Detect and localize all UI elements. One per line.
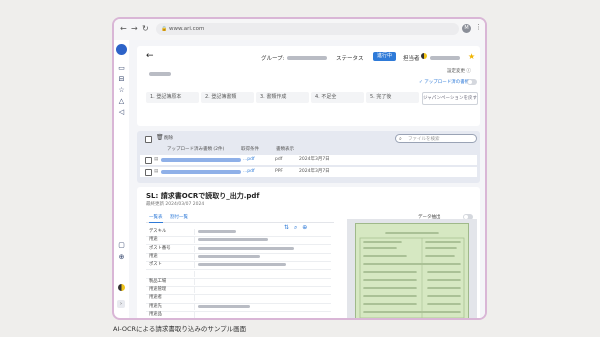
chat-icon[interactable]: ▢ [117, 241, 126, 249]
file-name[interactable] [161, 170, 241, 174]
logo-icon[interactable] [116, 44, 127, 55]
bell-icon[interactable]: △ [117, 97, 126, 105]
owner-avatar [421, 53, 427, 59]
caption: AI-OCRによる請求書取り込みのサンプル画面 [113, 325, 247, 333]
field-key: 用途 [149, 253, 158, 259]
lock-icon: 🔒 [161, 26, 168, 32]
field-key: デスキル [149, 229, 167, 234]
field-key: 製品工場 [149, 278, 167, 284]
table-row[interactable]: ▤ ...pdf PPF 2024年3月7日 [140, 167, 477, 177]
invoice-image [355, 223, 469, 318]
settings-link[interactable]: 設定変更 ⓘ [447, 68, 471, 74]
browser-menu-icon[interactable]: ⋮ [475, 23, 482, 31]
field-value [198, 304, 250, 308]
group-value [287, 56, 327, 60]
tab-list[interactable]: 一覧表 [149, 214, 163, 223]
field-value [198, 263, 286, 267]
column-display: 書類表示 [276, 147, 294, 152]
document-date: 最終更新 2024/03/07 2024 [146, 202, 205, 207]
field-value-cell[interactable] [194, 312, 329, 318]
file-list-panel: 🗑 削除 ⌕ ファイルを検索 アップロード済み書類 (2件) 取得条件 書類表示… [137, 131, 480, 183]
step-4[interactable]: 4. 不足全 [311, 92, 364, 103]
document-title: SL: 請求書OCRで読取り_出力.pdf [146, 192, 260, 200]
file-name-suffix[interactable]: ...pdf [243, 167, 255, 177]
browser-toolbar: ← → ↻ 🔒 www.ari.com M ⋮ [114, 19, 485, 41]
step-5[interactable]: 5. 完了後 [366, 92, 419, 103]
file-icon: ▤ [154, 157, 159, 162]
field-value-cell[interactable] [194, 278, 329, 285]
expand-icon[interactable]: › [117, 300, 125, 308]
owner-label: 担当者 [403, 56, 420, 62]
tab-mapping[interactable]: 割付一覧 [170, 214, 188, 222]
url-text: www.ari.com [169, 26, 205, 32]
field-key: 用途者 [149, 295, 162, 301]
field-key: 用途品 [149, 312, 162, 317]
step-2[interactable]: 2. 登記簿書類 [201, 92, 254, 103]
trash-icon[interactable]: 🗑 [156, 134, 164, 141]
field-value [198, 254, 260, 258]
field-value [198, 238, 268, 242]
invoice-lines [359, 232, 465, 318]
back-arrow-icon[interactable]: ← [120, 24, 127, 33]
document-preview[interactable] [347, 219, 477, 318]
field-key: 用途 [149, 237, 158, 243]
document-detail-panel: SL: 請求書OCRで読取り_出力.pdf 最終更新 2024/03/07 20… [137, 187, 480, 318]
tray-icon[interactable]: ⊟ [117, 75, 126, 83]
file-name-suffix[interactable]: ...pdf [243, 155, 255, 165]
select-all-checkbox[interactable] [145, 136, 152, 143]
table-row[interactable]: ▤ ...pdf pdf 2024年3月7日 [140, 155, 477, 165]
file-name[interactable] [161, 158, 241, 162]
field-value-cell[interactable] [194, 287, 329, 294]
delete-label[interactable]: 削除 [164, 135, 173, 141]
globe-icon[interactable]: ⊕ [117, 253, 126, 261]
file-date: 2024年3月7日 [299, 169, 330, 174]
group-label: グループ: [261, 56, 285, 62]
user-icon[interactable] [118, 284, 125, 291]
field-key: 用途管理 [149, 287, 167, 293]
profile-avatar[interactable]: M [462, 24, 471, 33]
browser-window: ← → ↻ 🔒 www.ari.com M ⋮ ▭ ⊟ ☆ △ ◁ ▢ ⊕ › … [112, 17, 487, 320]
reset-button[interactable]: ジャパンペーションを戻す [422, 92, 478, 105]
star-icon[interactable]: ☆ [117, 86, 126, 94]
column-file-name: アップロード済み書類 (2件) [167, 147, 225, 152]
field-key: ポスト番号 [149, 245, 171, 251]
inbox-icon[interactable]: ▭ [117, 64, 126, 72]
main-content: ← グループ: ステータス 進行中 担当者 ★ 設定変更 ⓘ ✓ アップロード済… [129, 40, 485, 318]
star-icon[interactable]: ★ [468, 52, 475, 61]
file-date: 2024年3月7日 [299, 157, 330, 162]
tab-bar: 一覧表 割付一覧 [146, 214, 334, 223]
status-label: ステータス [336, 56, 364, 62]
status-badge[interactable]: 進行中 [373, 52, 396, 61]
field-key: ポスト [149, 262, 162, 268]
megaphone-icon[interactable]: ◁ [117, 108, 126, 116]
row-checkbox[interactable] [145, 157, 152, 164]
sidebar: ▭ ⊟ ☆ △ ◁ ▢ ⊕ › [114, 40, 130, 308]
field-row[interactable]: 用途品 [146, 311, 331, 318]
file-icon: ▤ [154, 169, 159, 174]
forward-arrow-icon[interactable]: → [131, 24, 138, 33]
file-kind: PPF [275, 169, 284, 174]
uploaded-docs-link[interactable]: ✓ アップロード済の書類 [419, 79, 469, 85]
owner-name [430, 56, 460, 60]
field-value [198, 246, 294, 250]
address-bar[interactable]: 🔒 www.ari.com [156, 23, 459, 35]
back-button[interactable]: ← [146, 51, 154, 61]
field-value [198, 230, 236, 233]
search-icon: ⌕ [399, 136, 402, 142]
page-title [149, 72, 171, 76]
row-checkbox[interactable] [145, 169, 152, 176]
file-search-input[interactable]: ⌕ ファイルを検索 [395, 134, 477, 143]
reload-icon[interactable]: ↻ [142, 24, 149, 33]
uploaded-docs-toggle[interactable] [467, 79, 477, 85]
header-card: ← グループ: ステータス 進行中 担当者 ★ 設定変更 ⓘ ✓ アップロード済… [137, 46, 480, 126]
field-key: 用途先 [149, 303, 162, 309]
search-placeholder: ファイルを検索 [408, 137, 440, 142]
field-value-cell[interactable] [194, 295, 329, 302]
file-kind: pdf [275, 157, 283, 162]
step-1[interactable]: 1. 登記簿原本 [146, 92, 199, 103]
column-condition: 取得条件 [241, 147, 259, 152]
field-value-cell[interactable] [194, 270, 329, 277]
step-3[interactable]: 3. 書類作成 [256, 92, 309, 103]
